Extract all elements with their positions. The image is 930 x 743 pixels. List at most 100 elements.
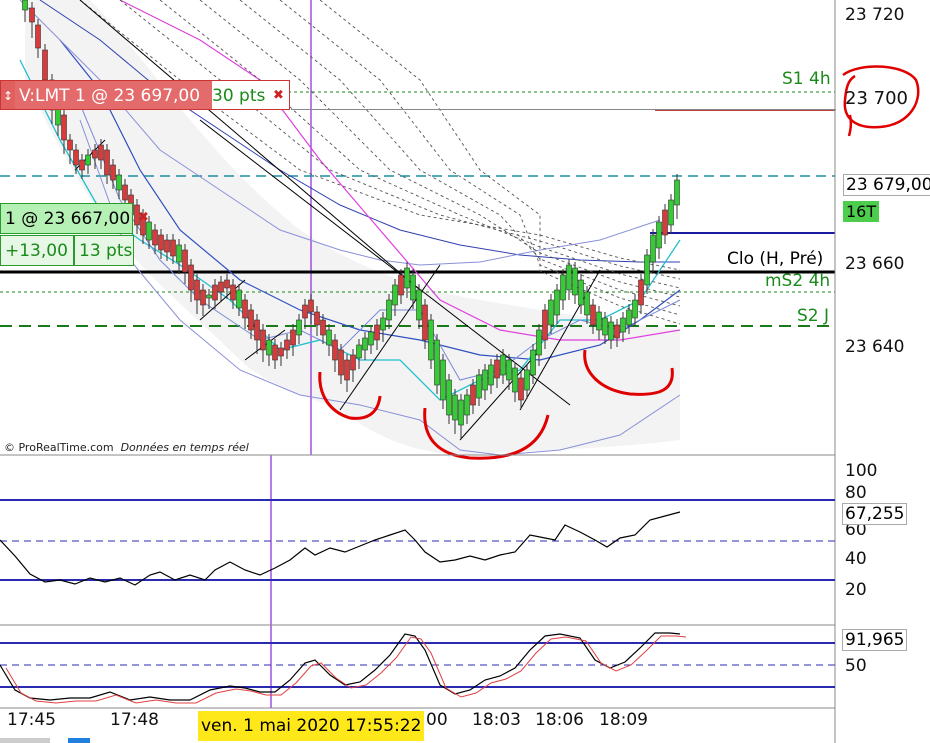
rsi-tick: 100 <box>845 461 878 481</box>
candle-body <box>512 367 518 393</box>
scrollbar-thumb[interactable] <box>68 738 90 743</box>
candle-body <box>22 0 28 11</box>
candle-body <box>200 289 206 306</box>
time-label: 00 <box>426 710 448 730</box>
candle-body <box>518 377 524 401</box>
candle-body <box>470 384 476 406</box>
current-price-label: 23 679,00 <box>843 174 930 196</box>
rsi-tick: 80 <box>845 483 867 503</box>
candle-body <box>362 337 368 351</box>
candle-body <box>224 279 230 289</box>
candle-body <box>608 321 614 341</box>
candle-body <box>578 279 584 306</box>
candle-body <box>206 294 212 299</box>
candle-body <box>116 174 122 191</box>
candle-body <box>428 319 434 361</box>
candle-body <box>194 279 200 301</box>
level-clo: Clo (H, Pré) <box>727 249 824 269</box>
candle-body <box>572 267 578 296</box>
candle-body <box>488 364 494 386</box>
rsi-tick: 40 <box>845 549 867 569</box>
candle-body <box>482 369 488 391</box>
price-tick: 23 720 <box>845 5 905 25</box>
candle-body <box>500 354 506 376</box>
position-points: 13 pts <box>74 235 134 266</box>
candle-body <box>506 359 512 381</box>
candle-body <box>73 149 79 166</box>
time-label: 17:45 <box>7 710 56 730</box>
candle-body <box>236 289 242 309</box>
candle-body <box>590 304 596 326</box>
candle-body <box>278 347 284 357</box>
candle-body <box>242 299 248 319</box>
sell-limit-order-label[interactable]: V:LMT 1 @ 23 697,00 <box>15 81 212 109</box>
candle-body <box>494 359 500 379</box>
candle-body <box>350 354 356 371</box>
candle-body <box>386 299 392 321</box>
drag-arrows-icon[interactable]: ↕ <box>1 81 15 109</box>
candle-body <box>404 267 410 289</box>
candle-body <box>326 329 332 346</box>
sell-limit-order[interactable]: ↕ V:LMT 1 @ 23 697,00 30 pts ✖ <box>0 80 836 111</box>
position-pnl: +13,00 <box>0 235 74 266</box>
candle-body <box>626 309 632 326</box>
candle-body <box>338 349 344 376</box>
candle-body <box>284 339 290 351</box>
candle-body <box>344 359 350 381</box>
level-s1-4h: S1 4h <box>782 69 831 89</box>
open-position[interactable]: 1 @ 23 667,00 ✖ +13,00 13 pts <box>0 203 290 267</box>
price-tick: 23 700 <box>845 88 908 109</box>
candle-body <box>542 309 548 341</box>
candle-body <box>122 184 128 201</box>
stoch-tick: 50 <box>845 656 867 676</box>
candle-body <box>584 291 590 316</box>
candle-body <box>296 319 302 336</box>
position-label[interactable]: 1 @ 23 667,00 <box>0 203 133 234</box>
chart-canvas[interactable] <box>0 0 930 743</box>
price-tick: 23 660 <box>845 254 905 274</box>
candle-body <box>446 379 452 416</box>
candle-body <box>266 339 272 356</box>
time-label: 18:09 <box>599 710 648 730</box>
candle-body <box>650 234 656 263</box>
candle-body <box>554 289 560 316</box>
candle-body <box>380 317 386 331</box>
candle-body <box>92 149 98 159</box>
candle-body <box>29 7 35 23</box>
close-position-icon[interactable]: ✖ <box>138 203 149 233</box>
crosshair-time-label: ven. 1 mai 2020 17:55:22 <box>198 711 425 741</box>
candle-body <box>104 149 110 176</box>
level-s2-j: S2 J <box>797 306 830 326</box>
scrollbar-track[interactable] <box>0 738 50 743</box>
candle-body <box>61 114 67 141</box>
candle-body <box>392 284 398 306</box>
candle-body <box>188 264 194 291</box>
time-label: 18:06 <box>535 710 584 730</box>
candle-body <box>79 159 85 171</box>
copyright-notice: © ProRealTime.com Données en temps réel <box>4 441 249 454</box>
candle-body <box>644 254 650 286</box>
candle-body <box>662 209 668 236</box>
candle-body <box>632 299 638 319</box>
candle-body <box>434 339 440 386</box>
candle-body <box>308 299 314 313</box>
candle-body <box>67 139 73 151</box>
candle-body <box>566 264 572 291</box>
candle-body <box>410 274 416 301</box>
price-tick: 23 640 <box>845 337 905 357</box>
candle-body <box>668 199 674 226</box>
order-line[interactable] <box>291 109 836 110</box>
realtime-note: Données en temps réel <box>120 441 249 454</box>
candle-body <box>260 329 266 351</box>
candle-body <box>320 319 326 336</box>
candle-body <box>440 359 446 401</box>
candle-body <box>332 339 338 361</box>
candle-body <box>314 311 320 326</box>
candle-body <box>596 311 602 331</box>
rsi-value: 67,255 <box>842 503 908 525</box>
cancel-order-icon[interactable]: ✖ <box>273 81 284 111</box>
candle-body <box>230 284 236 301</box>
candle-body <box>602 317 608 336</box>
stoch-value: 91,965 <box>842 629 908 651</box>
candle-body <box>620 317 626 333</box>
